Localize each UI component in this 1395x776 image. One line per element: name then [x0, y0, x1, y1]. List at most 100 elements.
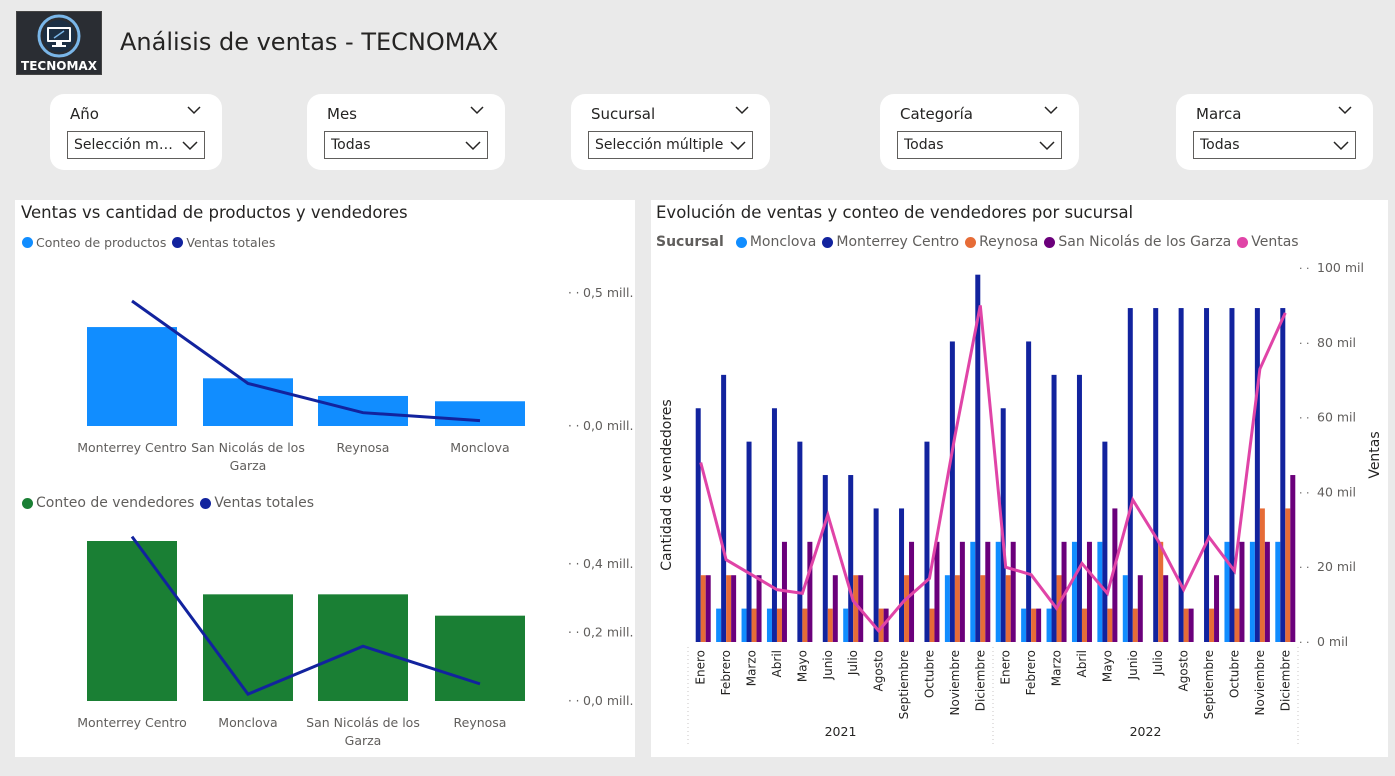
bar: [853, 575, 859, 642]
legend-item[interactable]: San Nicolás de los Garza: [1044, 234, 1231, 250]
bar: [1158, 541, 1164, 642]
bar: [1280, 308, 1286, 642]
legend-dot: [735, 236, 747, 248]
bar: [843, 608, 849, 642]
bar: [1122, 575, 1128, 642]
y2-tick-label: 100 mil: [1317, 260, 1364, 275]
filter-sucursal[interactable]: Sucursal Selección múltiple: [571, 94, 770, 170]
line-series-ventas: [130, 535, 481, 696]
line-series-ventas: [131, 299, 481, 423]
bar: [807, 541, 813, 642]
bar: [970, 541, 976, 642]
bar: [904, 575, 910, 642]
bar: [435, 401, 525, 426]
bar: [1107, 608, 1113, 642]
y2-axis-title: Ventas: [1367, 431, 1383, 478]
chevron-down-icon[interactable]: [1043, 104, 1059, 116]
bar: [705, 575, 711, 642]
bar: [1239, 541, 1245, 642]
x-tick-label: Marzo: [745, 650, 759, 686]
x-tick-label: Julio: [846, 650, 860, 676]
chevron-down-icon[interactable]: [469, 104, 485, 116]
chevron-down-icon: [1333, 141, 1349, 151]
x-tick-label: Agosto: [1177, 650, 1191, 691]
bar: [203, 378, 293, 426]
y2-tick-label: 40 mil: [1317, 484, 1356, 499]
legend-item[interactable]: Ventas totales: [200, 495, 314, 511]
x-tick-label: Junio: [1126, 650, 1140, 680]
bar: [1005, 575, 1011, 642]
bar: [1127, 308, 1133, 642]
legend-label: Monterrey Centro: [836, 234, 960, 250]
legend-item[interactable]: Monclova: [735, 234, 816, 250]
bar: [751, 608, 757, 642]
bar: [716, 608, 722, 642]
filter-mes[interactable]: Mes Todas: [307, 94, 505, 170]
line-series-ventas: [699, 305, 1287, 634]
filter-dropdown[interactable]: Selección múltiple: [588, 131, 753, 159]
bar: [1097, 541, 1103, 642]
filter-label: Mes: [327, 105, 357, 123]
bar: [87, 541, 177, 701]
bar: [934, 541, 940, 642]
legend-item[interactable]: Ventas: [1237, 234, 1299, 250]
bar: [848, 475, 854, 642]
chevron-down-icon[interactable]: [734, 104, 750, 116]
chevron-down-icon[interactable]: [1337, 104, 1353, 116]
legend-label: Ventas: [1251, 234, 1299, 250]
legend-dot: [822, 236, 834, 248]
legend-item[interactable]: Conteo de productos: [22, 235, 166, 250]
chart-evolucion-ventas: · · 100 mil · · 80 mil · · 60 mil · · 40 mil · ·…: [659, 260, 1383, 745]
filter-categoria[interactable]: Categoría Todas: [880, 94, 1079, 170]
legend-item[interactable]: Reynosa: [965, 234, 1038, 250]
legend-item[interactable]: Conteo de vendedores: [22, 495, 194, 511]
x-tick-label: Noviembre: [1253, 650, 1267, 716]
y2-tick-label: 60 mil: [1317, 410, 1356, 425]
bar: [1290, 475, 1296, 642]
filter-dropdown[interactable]: Todas: [897, 131, 1062, 159]
bar: [1026, 341, 1032, 642]
chevron-down-icon: [1039, 141, 1055, 151]
bar: [741, 608, 747, 642]
x-tick-label: Reynosa: [454, 715, 507, 730]
y2-axis-dots: · ·: [1299, 636, 1310, 649]
chevron-down-icon: [465, 141, 481, 151]
bar: [1264, 541, 1270, 642]
filter-ano[interactable]: Año Selección múlti...: [50, 94, 222, 170]
bar: [1132, 608, 1138, 642]
x-tick-label: Noviembre: [948, 650, 962, 716]
bar: [822, 475, 828, 642]
bar: [726, 575, 732, 642]
bar: [756, 575, 762, 642]
y-axis-title: Cantidad de vendedores: [659, 399, 675, 570]
y2-axis-dots: · ·: [568, 286, 579, 300]
filter-value: Selección múltiple: [595, 137, 724, 153]
filter-marca[interactable]: Marca Todas: [1176, 94, 1373, 170]
y2-tick-label: 0 mil: [1317, 634, 1348, 649]
logo-text: TECNOMAX: [21, 59, 97, 73]
bar: [980, 575, 986, 642]
x-tick-label: Marzo: [1050, 650, 1064, 686]
bar: [1021, 608, 1027, 642]
filter-dropdown[interactable]: Todas: [324, 131, 488, 159]
bar: [1204, 308, 1210, 642]
chart3-legend: Sucursal Monclova Monterrey Centro Reyno…: [656, 234, 1305, 250]
bar: [1209, 608, 1215, 642]
legend-dot: [1044, 236, 1056, 248]
filter-label: Marca: [1196, 105, 1242, 123]
y2-tick-label: 0,2 mill.: [583, 625, 633, 640]
chart-productos-ventas: · · 0,5 mill. · · 0,0 mill. Monterrey Centro…: [77, 285, 633, 473]
chevron-down-icon: [730, 141, 746, 151]
bar: [746, 441, 752, 642]
bar: [1137, 575, 1143, 642]
bar: [949, 341, 955, 642]
filter-dropdown[interactable]: Selección múlti...: [67, 131, 205, 159]
legend-item[interactable]: Monterrey Centro: [822, 234, 959, 250]
bar: [827, 608, 833, 642]
x-tick-label: Febrero: [1024, 650, 1038, 695]
x-tick-label: Monterrey Centro: [77, 715, 187, 730]
chevron-down-icon[interactable]: [186, 104, 202, 116]
filter-dropdown[interactable]: Todas: [1193, 131, 1356, 159]
bar: [1076, 374, 1082, 642]
legend-item[interactable]: Ventas totales: [172, 235, 275, 250]
